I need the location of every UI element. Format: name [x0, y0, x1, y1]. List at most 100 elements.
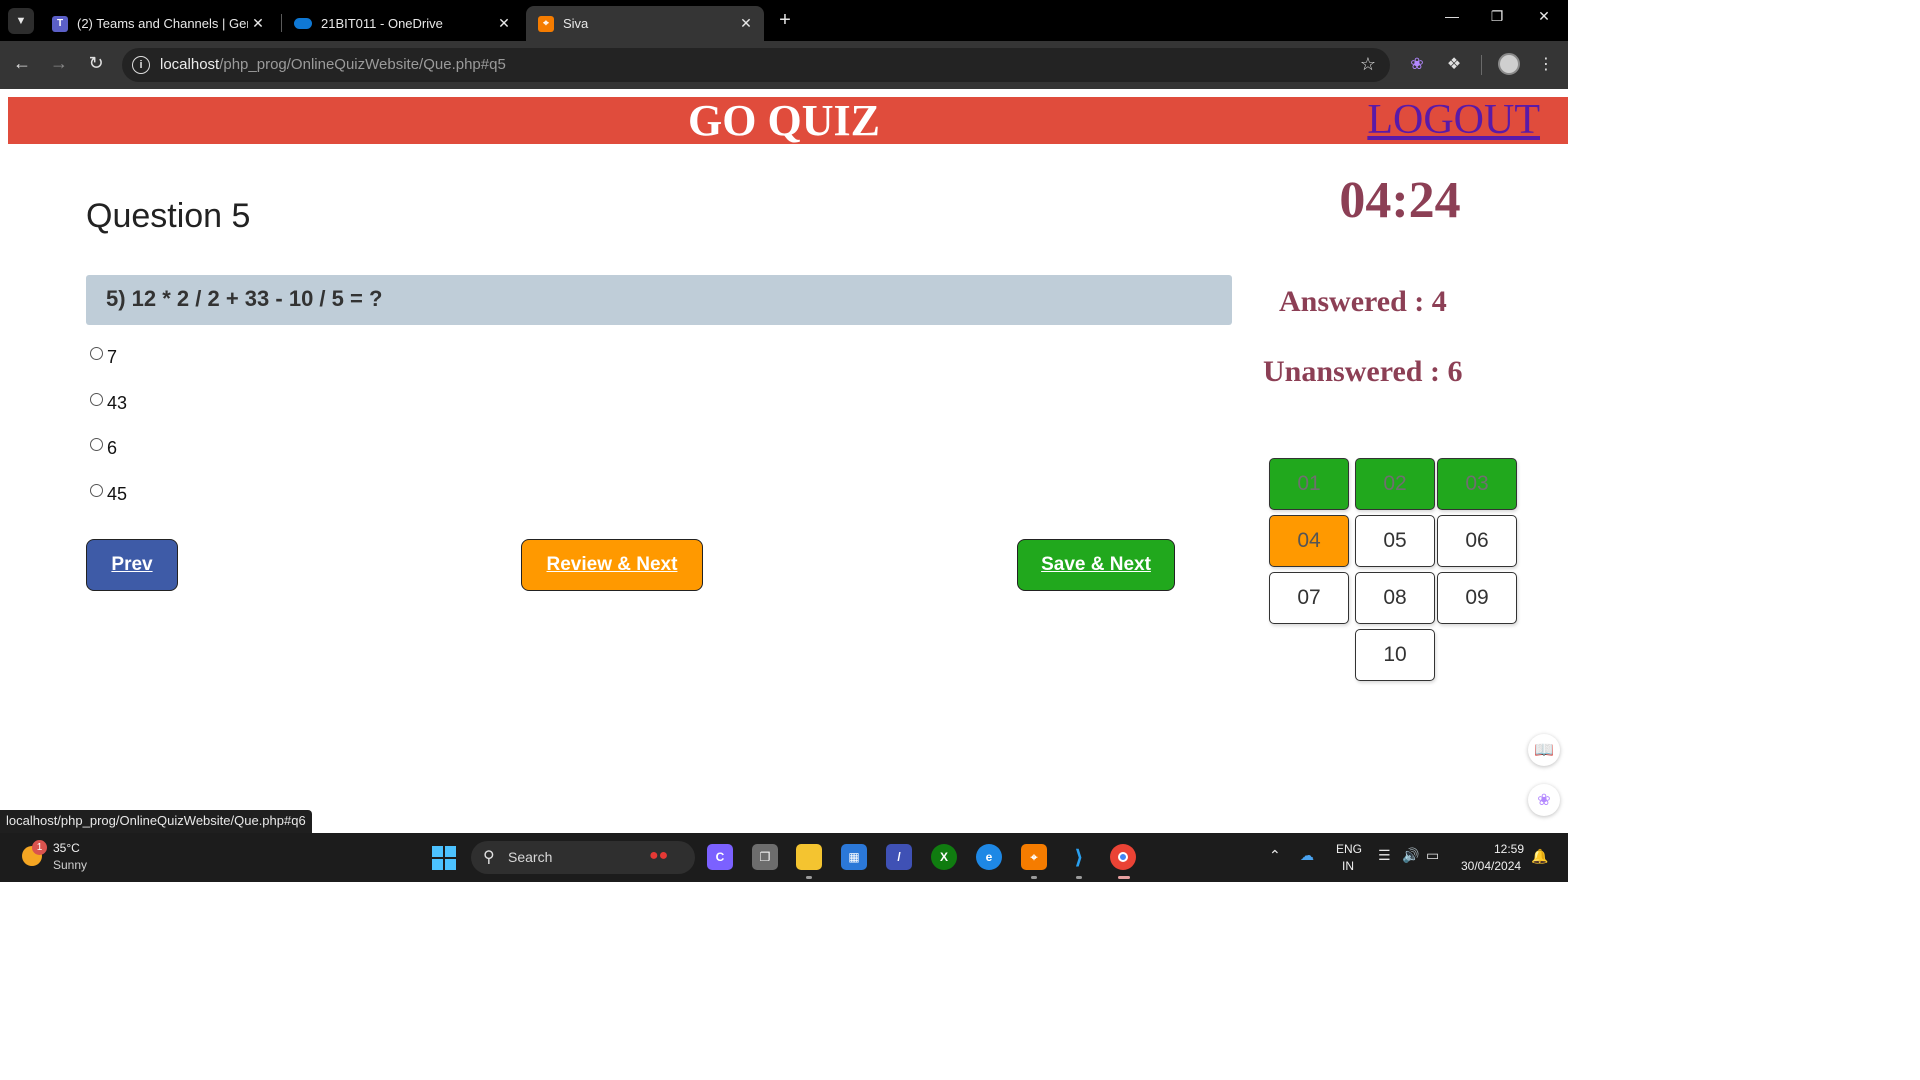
- windows-start-icon[interactable]: [432, 846, 456, 870]
- taskbar-search[interactable]: ⚲ Search ●●: [471, 841, 695, 874]
- file-explorer-icon[interactable]: [796, 844, 822, 870]
- copilot-extension-icon[interactable]: ❀: [1406, 54, 1428, 74]
- save-next-button[interactable]: Save & Next: [1017, 539, 1175, 591]
- profile-avatar[interactable]: [1498, 53, 1520, 75]
- weather-badge: 1: [32, 840, 47, 855]
- volume-icon[interactable]: 🔊: [1402, 847, 1419, 864]
- option-label: 6: [107, 438, 118, 458]
- browser-toolbar: ← → ↻ i localhost/php_prog/OnlineQuizWeb…: [0, 41, 1568, 89]
- clock-time[interactable]: 12:59: [1494, 842, 1524, 856]
- tab-teams[interactable]: T (2) Teams and Channels | Gener ✕: [40, 6, 276, 41]
- palette-question-08[interactable]: 08: [1355, 572, 1435, 624]
- chrome-icon[interactable]: [1110, 844, 1136, 870]
- url-path: /php_prog/OnlineQuizWebsite/Que.php#q5: [219, 56, 506, 73]
- close-icon[interactable]: ✕: [248, 15, 268, 32]
- tab-label: (2) Teams and Channels | Gener: [77, 16, 248, 31]
- new-tab-button[interactable]: +: [774, 9, 796, 32]
- answered-count: Answered : 4: [1279, 285, 1447, 318]
- palette-question-10[interactable]: 10: [1355, 629, 1435, 681]
- tab-label: 21BIT011 - OneDrive: [321, 16, 443, 31]
- address-bar[interactable]: i localhost/php_prog/OnlineQuizWebsite/Q…: [122, 48, 1390, 82]
- close-icon[interactable]: ✕: [736, 15, 756, 32]
- microsoft-store-icon[interactable]: ▦: [841, 844, 867, 870]
- palette-question-03[interactable]: 03: [1437, 458, 1517, 510]
- toolbar-divider: [1481, 55, 1482, 75]
- whiteboard-app-icon[interactable]: /: [886, 844, 912, 870]
- notification-bell-icon[interactable]: 🔔: [1531, 848, 1548, 865]
- option-4[interactable]: 45: [90, 484, 127, 505]
- copilot-float-icon[interactable]: ❀: [1528, 784, 1560, 816]
- palette-question-05[interactable]: 05: [1355, 515, 1435, 567]
- windows-taskbar: 1 35°C Sunny ⚲ Search ●● C ❐ ▦ / X e ⌖ ⟩…: [0, 833, 1568, 882]
- onedrive-tray-icon[interactable]: ☁: [1300, 847, 1314, 864]
- edge-icon[interactable]: e: [976, 844, 1002, 870]
- running-indicator: [1031, 876, 1037, 879]
- prev-button[interactable]: Prev: [86, 539, 178, 591]
- palette-question-09[interactable]: 09: [1437, 572, 1517, 624]
- xbox-icon[interactable]: X: [931, 844, 957, 870]
- quiz-page: GO QUIZ LOGOUT Question 5 5) 12 * 2 / 2 …: [0, 89, 1568, 833]
- onedrive-icon: [294, 18, 312, 29]
- countdown-timer: 04:24: [1339, 172, 1461, 229]
- bookmark-star-icon[interactable]: ☆: [1360, 54, 1376, 75]
- question-heading: Question 5: [86, 197, 251, 235]
- battery-icon[interactable]: ▭: [1426, 847, 1439, 864]
- close-icon[interactable]: ✕: [494, 15, 514, 32]
- running-indicator: [1076, 876, 1082, 879]
- strawberry-icon: ●●: [649, 847, 669, 864]
- xampp-app-icon[interactable]: ⌖: [1021, 844, 1047, 870]
- language-region[interactable]: IN: [1342, 859, 1354, 873]
- xampp-icon: ⌖: [538, 15, 554, 32]
- wifi-icon[interactable]: ☰: [1378, 847, 1391, 864]
- palette-question-01[interactable]: 01: [1269, 458, 1349, 510]
- option-radio[interactable]: [90, 393, 103, 406]
- option-radio[interactable]: [90, 484, 103, 497]
- task-view-icon[interactable]: ❐: [752, 844, 778, 870]
- tray-overflow-icon[interactable]: ⌃: [1269, 847, 1281, 864]
- minimize-icon[interactable]: —: [1437, 8, 1467, 24]
- restore-icon[interactable]: ❐: [1482, 8, 1512, 25]
- review-next-button[interactable]: Review & Next: [521, 539, 703, 591]
- option-label: 7: [107, 347, 118, 367]
- reading-mode-icon[interactable]: 📖: [1528, 734, 1560, 766]
- option-radio[interactable]: [90, 347, 103, 360]
- palette-question-07[interactable]: 07: [1269, 572, 1349, 624]
- tab-label: Siva: [563, 16, 589, 31]
- search-icon: ⚲: [483, 849, 495, 866]
- site-info-icon[interactable]: i: [132, 56, 150, 74]
- option-3[interactable]: 6: [90, 438, 117, 459]
- extensions-icon[interactable]: ❖: [1443, 54, 1465, 74]
- option-2[interactable]: 43: [90, 393, 127, 414]
- option-label: 45: [107, 484, 128, 504]
- reload-icon[interactable]: ↻: [84, 53, 108, 74]
- forward-icon[interactable]: →: [47, 53, 71, 74]
- unanswered-count: Unanswered : 6: [1263, 355, 1463, 388]
- palette-question-06[interactable]: 06: [1437, 515, 1517, 567]
- weather-description[interactable]: Sunny: [53, 858, 87, 872]
- active-app-indicator: [1118, 876, 1130, 879]
- palette-question-02[interactable]: 02: [1355, 458, 1435, 510]
- search-label: Search: [508, 849, 553, 865]
- question-text: 5) 12 * 2 / 2 + 33 - 10 / 5 = ?: [106, 286, 383, 311]
- browser-menu-icon[interactable]: ⋮: [1535, 54, 1557, 74]
- tab-onedrive[interactable]: 21BIT011 - OneDrive ✕: [282, 6, 522, 41]
- language-indicator[interactable]: ENG: [1336, 842, 1362, 856]
- clock-date[interactable]: 30/04/2024: [1461, 859, 1521, 873]
- back-icon[interactable]: ←: [10, 53, 34, 74]
- option-1[interactable]: 7: [90, 347, 117, 368]
- copilot-app-icon[interactable]: C: [707, 844, 733, 870]
- address-url[interactable]: localhost/php_prog/OnlineQuizWebsite/Que…: [160, 56, 506, 73]
- window-close-icon[interactable]: ✕: [1529, 8, 1559, 25]
- logout-link[interactable]: LOGOUT: [1367, 97, 1540, 144]
- palette-question-04[interactable]: 04: [1269, 515, 1349, 567]
- weather-temperature[interactable]: 35°C: [53, 841, 80, 855]
- tab-siva[interactable]: ⌖ Siva ✕: [526, 6, 764, 41]
- tab-search-button[interactable]: ▼: [8, 8, 34, 34]
- option-label: 43: [107, 393, 128, 413]
- running-indicator: [806, 876, 812, 879]
- option-radio[interactable]: [90, 438, 103, 451]
- question-box: 5) 12 * 2 / 2 + 33 - 10 / 5 = ?: [86, 275, 1232, 325]
- brand-title: GO QUIZ: [688, 96, 880, 145]
- vscode-icon[interactable]: ⟩: [1066, 844, 1092, 870]
- link-status-url: localhost/php_prog/OnlineQuizWebsite/Que…: [0, 810, 312, 833]
